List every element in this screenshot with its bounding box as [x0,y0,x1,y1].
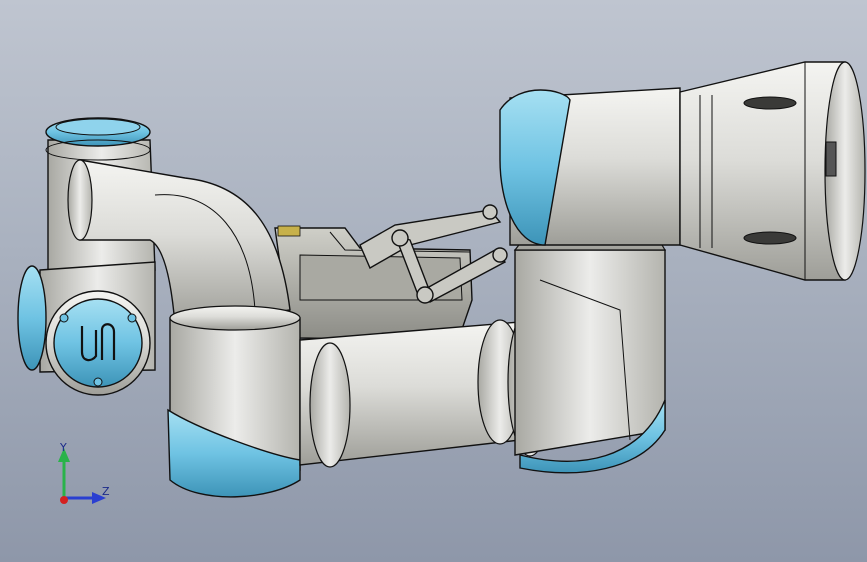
cad-viewport[interactable]: Y Z [0,0,867,562]
axis-triad-icon: Y Z [44,438,124,510]
elbow-joint[interactable] [167,305,301,498]
x-axis-origin [60,496,68,504]
y-axis-label: Y [60,441,67,454]
robot-arm-model[interactable] [0,0,867,562]
wrist-joint[interactable] [17,261,156,396]
z-axis-label: Z [102,485,110,498]
